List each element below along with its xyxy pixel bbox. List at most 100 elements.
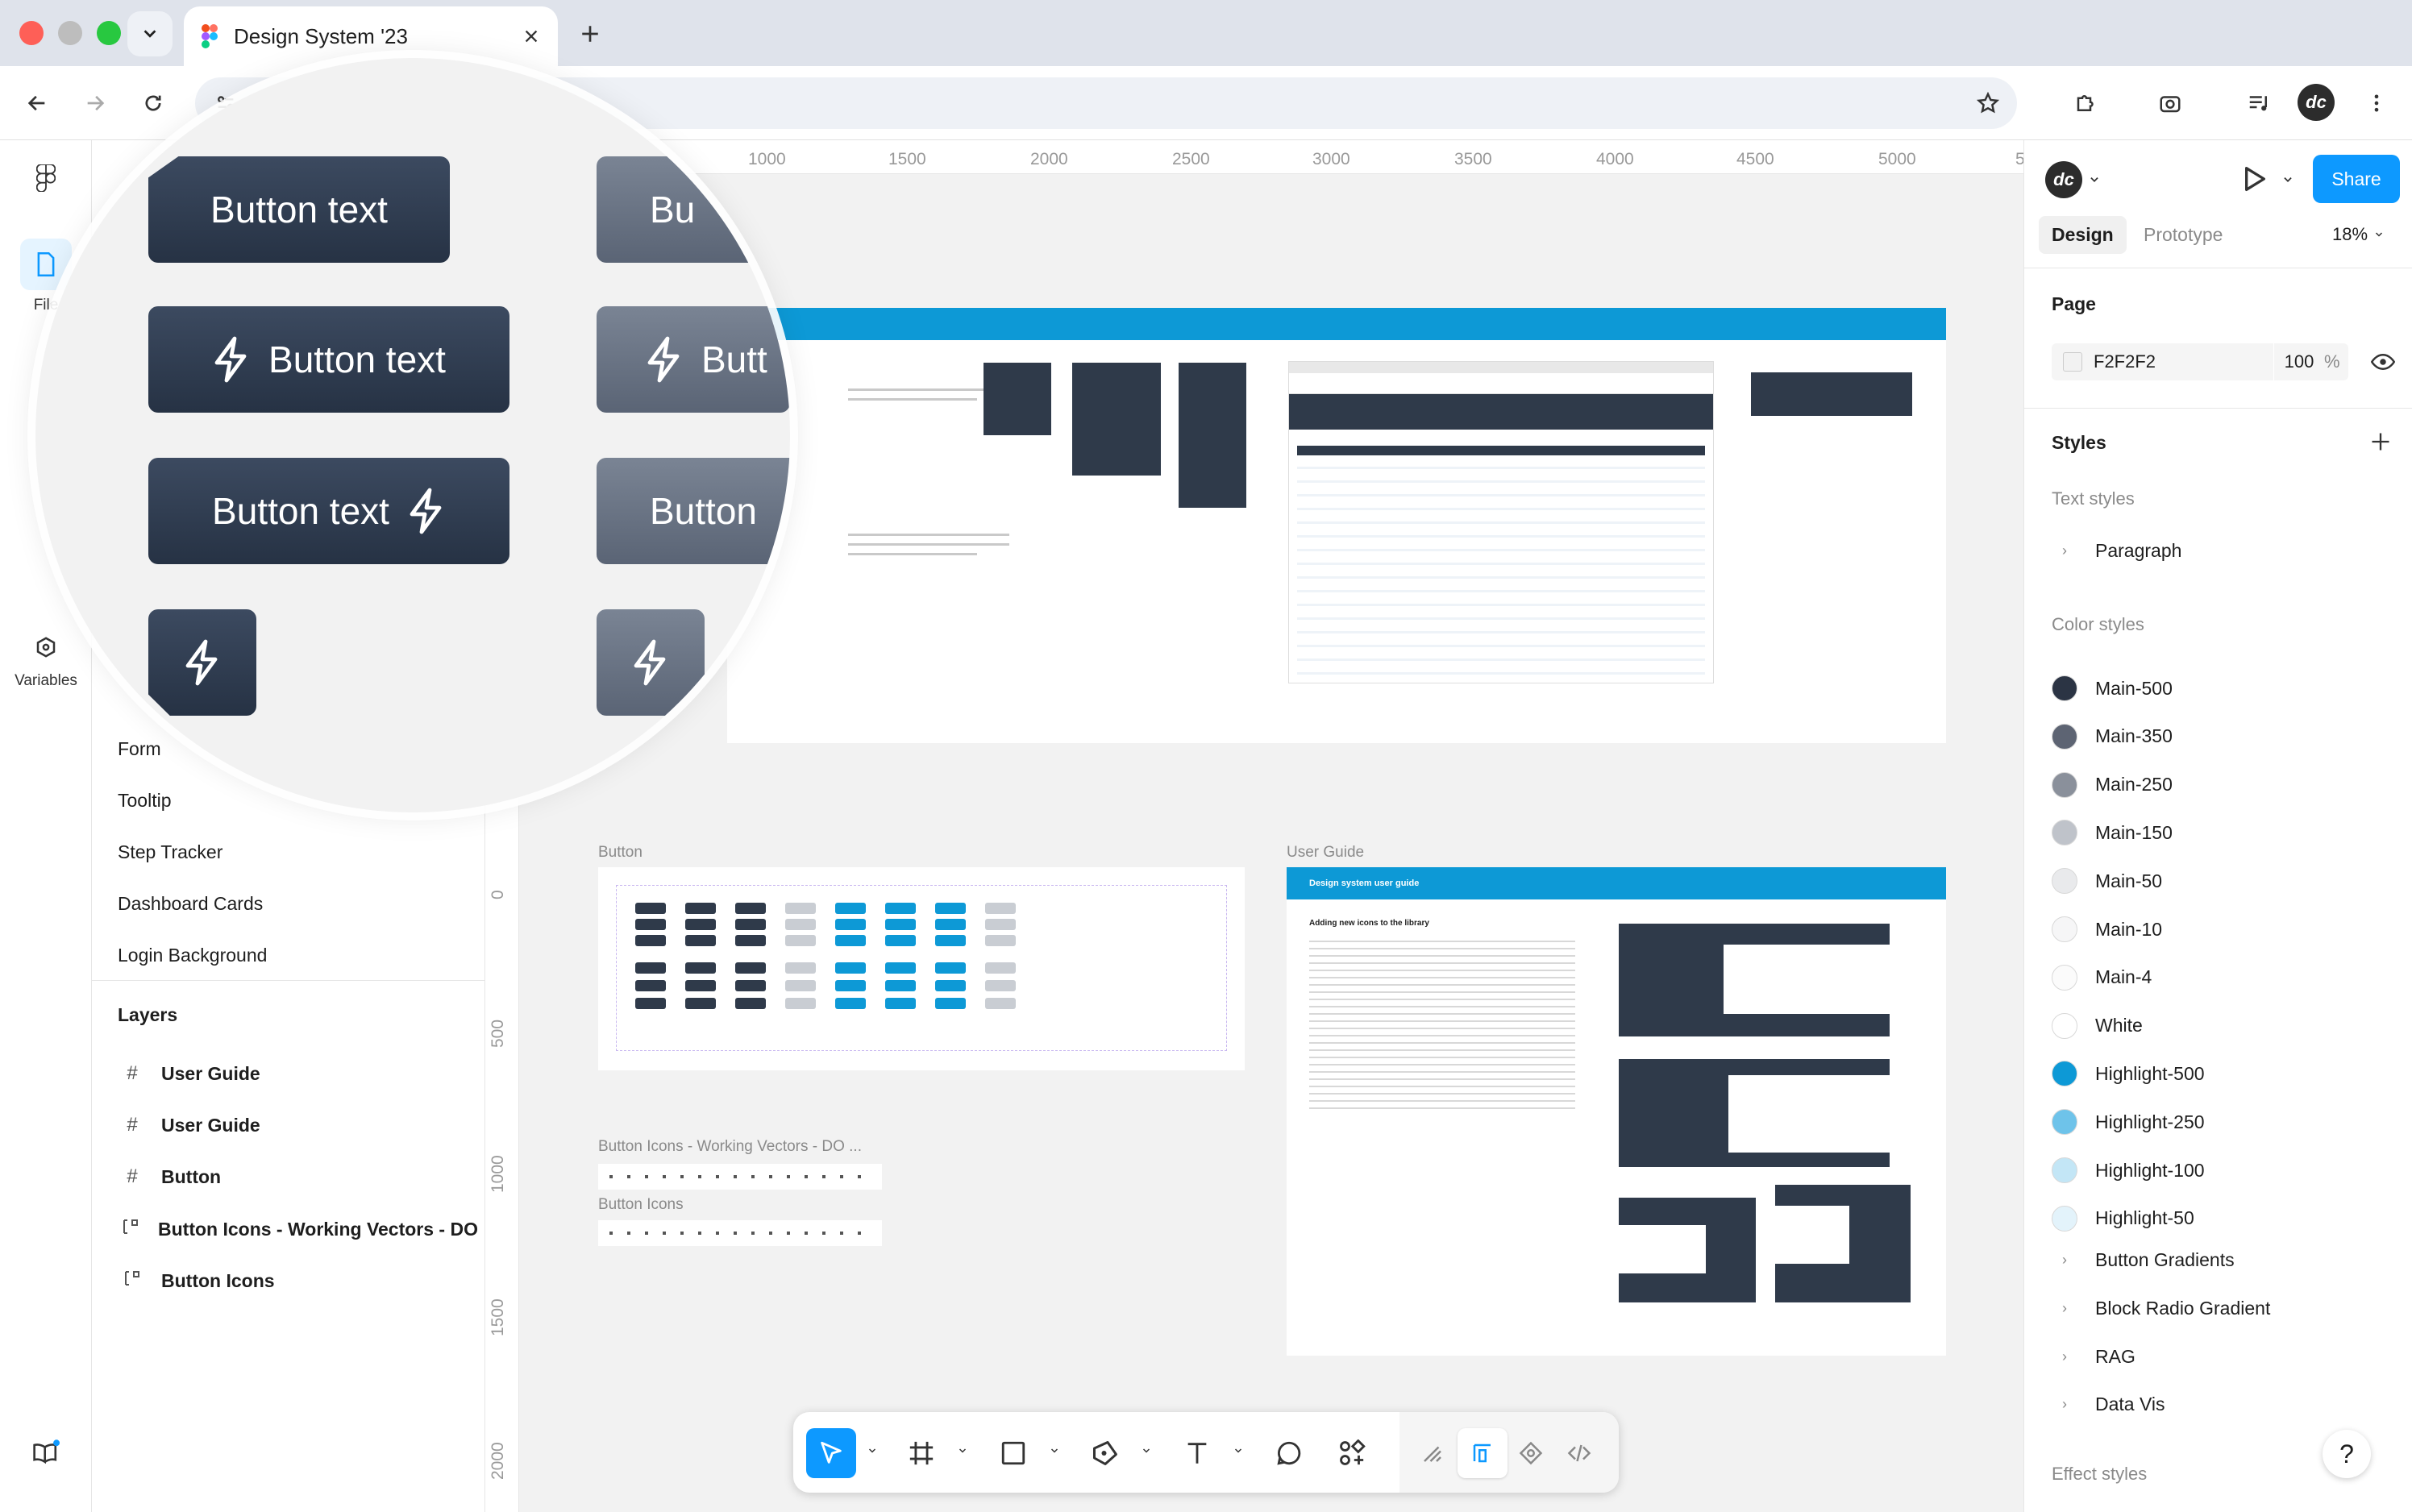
- screen-capture-button[interactable]: [2151, 84, 2190, 123]
- icons-frame[interactable]: [598, 1220, 882, 1246]
- page-opacity-value[interactable]: 100: [2274, 351, 2324, 372]
- actions-button[interactable]: [1327, 1428, 1377, 1478]
- active-tab[interactable]: Design System '23: [184, 6, 558, 66]
- button-thumb: [935, 962, 966, 974]
- ruler-tick: 1000: [489, 1155, 507, 1193]
- text-tool-menu[interactable]: [1232, 1444, 1245, 1457]
- maximize-window-dot[interactable]: [97, 21, 121, 45]
- layer-label: User Guide: [161, 1114, 260, 1136]
- layer-item[interactable]: Button Icons: [121, 1269, 484, 1294]
- share-button[interactable]: Share: [2313, 155, 2400, 203]
- style-group-item[interactable]: › RAG: [2052, 1346, 2135, 1368]
- move-tool-menu[interactable]: [866, 1444, 879, 1457]
- style-group-item[interactable]: › Button Gradients: [2052, 1249, 2235, 1271]
- camera-icon: [2160, 96, 2181, 113]
- move-tool-button[interactable]: [806, 1428, 856, 1478]
- button-thumb: [885, 980, 916, 991]
- prototype-mode-button[interactable]: [1506, 1428, 1556, 1478]
- shape-tool-button[interactable]: [988, 1428, 1038, 1478]
- pen-tool-menu[interactable]: [1140, 1444, 1153, 1457]
- resources-button[interactable]: [0, 1439, 92, 1470]
- new-tab-button[interactable]: [571, 15, 609, 53]
- mode-switcher: [1399, 1412, 1619, 1493]
- pen-tool-button[interactable]: [1080, 1428, 1130, 1478]
- play-icon[interactable]: [2237, 163, 2269, 195]
- media-controls-button[interactable]: [2239, 84, 2278, 123]
- color-style-item[interactable]: Main-500: [2052, 675, 2173, 701]
- profile-avatar[interactable]: dc: [2298, 84, 2335, 121]
- extensions-button[interactable]: [2067, 84, 2106, 123]
- rectangle-icon: [1001, 1441, 1025, 1465]
- playlist-icon: [2249, 96, 2267, 111]
- user-avatar[interactable]: dc: [2045, 161, 2082, 198]
- color-style-item[interactable]: Main-50: [2052, 868, 2162, 895]
- frame-tool-button[interactable]: [896, 1428, 946, 1478]
- color-style-item[interactable]: Highlight-250: [2052, 1109, 2205, 1136]
- page-color-field[interactable]: F2F2F2 100 %: [2052, 343, 2348, 380]
- figma-menu-button[interactable]: [0, 164, 92, 197]
- chevron-down-icon[interactable]: [2089, 174, 2100, 185]
- tab-prototype[interactable]: Prototype: [2144, 224, 2223, 246]
- page-item-step-tracker[interactable]: Step Tracker: [118, 841, 222, 863]
- color-style-item[interactable]: Main-4: [2052, 964, 2152, 991]
- button-icon-left-preview: Button text: [148, 306, 509, 413]
- text-tool-button[interactable]: [1172, 1428, 1222, 1478]
- icon-only-button-preview: [148, 609, 256, 716]
- zoom-dropdown[interactable]: 18%: [2332, 224, 2384, 245]
- rail-variables-button[interactable]: Variables: [0, 635, 92, 690]
- page-color-swatch[interactable]: [2063, 352, 2082, 372]
- button-frame[interactable]: [598, 867, 1245, 1070]
- frame-tool-menu[interactable]: [956, 1444, 969, 1457]
- eye-icon[interactable]: [2371, 351, 2395, 372]
- page-color-value[interactable]: F2F2F2: [2094, 351, 2273, 372]
- button-thumb: [685, 935, 716, 946]
- layer-label: Button Icons - Working Vectors - DO N: [158, 1219, 484, 1240]
- color-swatch: [2052, 916, 2077, 942]
- minimize-window-dot[interactable]: [58, 21, 82, 45]
- help-button[interactable]: ?: [2323, 1430, 2371, 1478]
- tab-design[interactable]: Design: [2039, 216, 2127, 254]
- style-group-item[interactable]: › Data Vis: [2052, 1394, 2165, 1415]
- page-item-tooltip[interactable]: Tooltip: [118, 790, 171, 812]
- icons-working-frame[interactable]: [598, 1164, 882, 1190]
- documentation-frame[interactable]: [727, 308, 1946, 743]
- color-style-item[interactable]: Highlight-100: [2052, 1157, 2205, 1183]
- shape-tool-menu[interactable]: [1048, 1444, 1061, 1457]
- layer-item[interactable]: Button Icons - Working Vectors - DO N: [121, 1217, 484, 1242]
- plus-icon[interactable]: [2369, 430, 2392, 453]
- layer-label: User Guide: [161, 1062, 260, 1084]
- color-style-item[interactable]: Highlight-50: [2052, 1205, 2194, 1232]
- color-style-item[interactable]: Highlight-500: [2052, 1061, 2205, 1087]
- layer-item[interactable]: # Button: [121, 1165, 484, 1188]
- color-style-item[interactable]: Main-350: [2052, 723, 2173, 750]
- page-item-form[interactable]: Form: [118, 738, 161, 760]
- bookmark-button[interactable]: [1969, 84, 2007, 123]
- close-tab-icon[interactable]: [522, 27, 540, 45]
- page-item-dashboard-cards[interactable]: Dashboard Cards: [118, 893, 263, 915]
- style-group-item[interactable]: › Block Radio Gradient: [2052, 1298, 2270, 1319]
- text-style-item[interactable]: › Paragraph: [2052, 540, 2181, 562]
- design-mode-button[interactable]: [1458, 1428, 1508, 1478]
- frame-icon: [909, 1441, 934, 1465]
- back-button[interactable]: [18, 84, 56, 123]
- color-style-label: Main-150: [2095, 821, 2173, 843]
- page-item-login-background[interactable]: Login Background: [118, 945, 267, 966]
- user-guide-frame[interactable]: Design system user guide Adding new icon…: [1287, 867, 1946, 1356]
- color-style-item[interactable]: Main-150: [2052, 820, 2173, 846]
- color-style-item[interactable]: Main-250: [2052, 771, 2173, 798]
- color-style-item[interactable]: Main-10: [2052, 916, 2162, 942]
- close-window-dot[interactable]: [19, 21, 44, 45]
- tab-search-button[interactable]: [127, 11, 173, 56]
- forward-button[interactable]: [76, 84, 114, 123]
- layer-item[interactable]: # User Guide: [121, 1114, 484, 1136]
- layer-item[interactable]: # User Guide: [121, 1062, 484, 1085]
- color-style-item[interactable]: White: [2052, 1012, 2143, 1039]
- chevron-down-icon[interactable]: [2282, 174, 2293, 185]
- draw-mode-button[interactable]: [1408, 1428, 1458, 1478]
- reload-button[interactable]: [134, 84, 173, 123]
- browser-menu-button[interactable]: [2357, 84, 2396, 123]
- dev-mode-button[interactable]: [1554, 1428, 1604, 1478]
- comment-tool-button[interactable]: [1264, 1428, 1314, 1478]
- chevron-down-icon: [1050, 1448, 1058, 1453]
- chevron-right-icon: ›: [2062, 1252, 2067, 1268]
